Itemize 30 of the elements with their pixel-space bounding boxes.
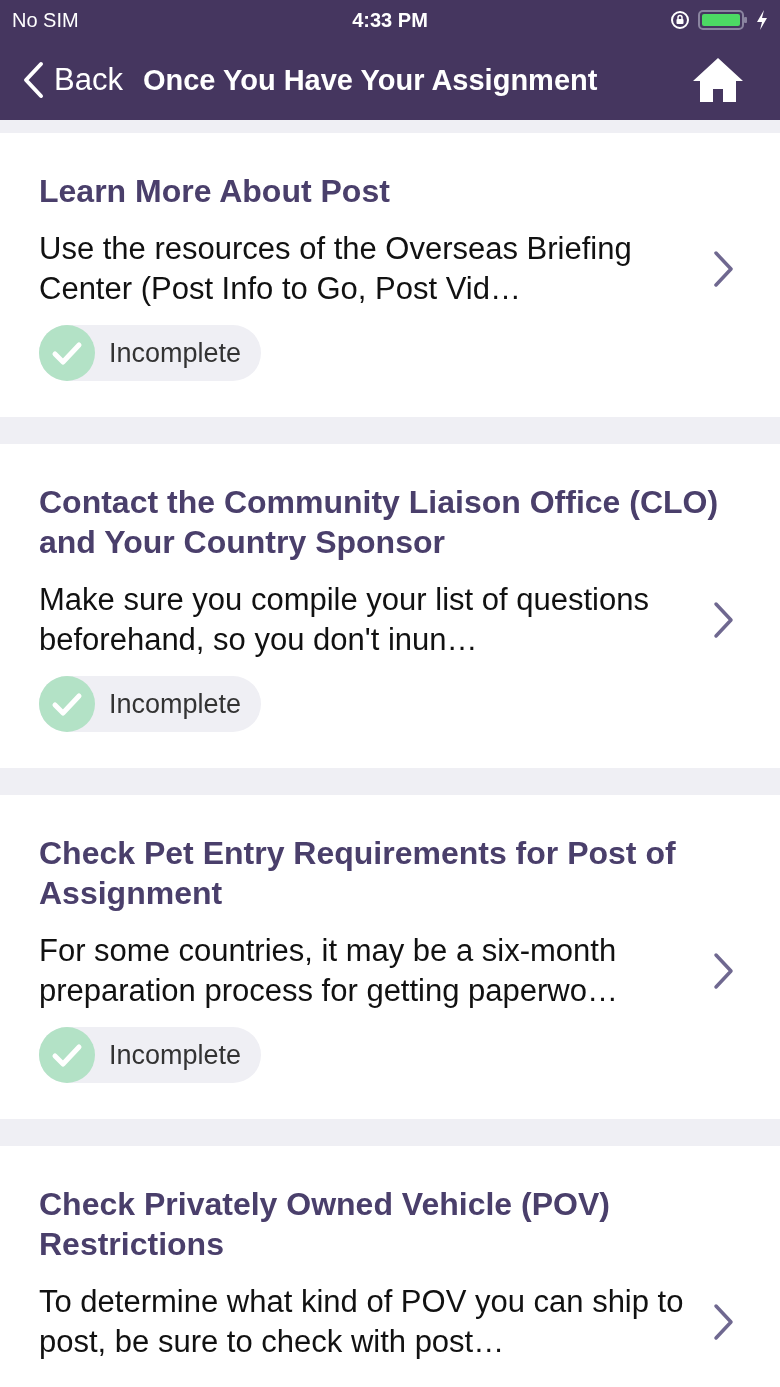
status-toggle[interactable]: Incomplete xyxy=(39,1027,262,1083)
item-description: Make sure you compile your list of questions beforehand, so you don't inun… xyxy=(39,581,650,659)
chevron-right-icon xyxy=(712,600,736,640)
home-icon[interactable] xyxy=(692,57,744,103)
item-title: Learn More About Post xyxy=(39,172,391,211)
item-description: To determine what kind of POV you can ship to post, be sure to check with post… xyxy=(39,1283,685,1361)
item-title: Check Privately Owned Vehicle (POV) Restrictions xyxy=(39,1185,611,1264)
status-toggle[interactable]: Incomplete xyxy=(39,325,262,381)
item-description: Use the resources of the Overseas Briefing Center (Post Info to Go, Post Vid… xyxy=(39,230,633,308)
chevron-right-icon xyxy=(712,951,736,991)
carrier-label: No SIM xyxy=(12,8,79,32)
clock-time: 4:33 PM xyxy=(351,8,429,32)
chevron-right-icon xyxy=(712,249,736,289)
list-item-card[interactable]: Check Privately Owned Vehicle (POV) Restrictions To determine what kind of POV you can ship to post, be sure to check with post… xyxy=(0,1146,780,1387)
item-title: Check Pet Entry Requirements for Post of Assignment xyxy=(39,834,677,913)
list-item-card[interactable]: Contact the Community Liaison Office (CLO) and Your Country Sponsor Make sure you compile your list of questions beforehand, so you don't inun… Incomplete xyxy=(0,444,780,768)
screen-title: Once You Have Your Assignment xyxy=(142,63,598,97)
item-description: For some countries, it may be a six-month preparation process for getting paperwo… xyxy=(39,932,619,1010)
rotation-lock-icon xyxy=(670,10,690,30)
list-item-card[interactable]: Learn More About Post Use the resources of the Overseas Briefing Center (Post Info to Go, Post Vid… Incomplete xyxy=(0,133,780,417)
chevron-right-icon xyxy=(712,1302,736,1342)
chevron-left-icon xyxy=(22,61,44,99)
back-button[interactable]: Back xyxy=(22,61,123,99)
list-item-card[interactable]: Check Pet Entry Requirements for Post of Assignment For some countries, it may be a six-month preparation process for getting paperwo… Incomplete xyxy=(0,795,780,1119)
checkmark-icon xyxy=(39,325,95,381)
checkmark-icon xyxy=(39,676,95,732)
checkmark-icon xyxy=(39,1027,95,1083)
battery-icon xyxy=(698,9,748,31)
status-toggle[interactable]: Incomplete xyxy=(39,676,262,732)
item-title: Contact the Community Liaison Office (CLO) and Your Country Sponsor xyxy=(39,483,720,562)
